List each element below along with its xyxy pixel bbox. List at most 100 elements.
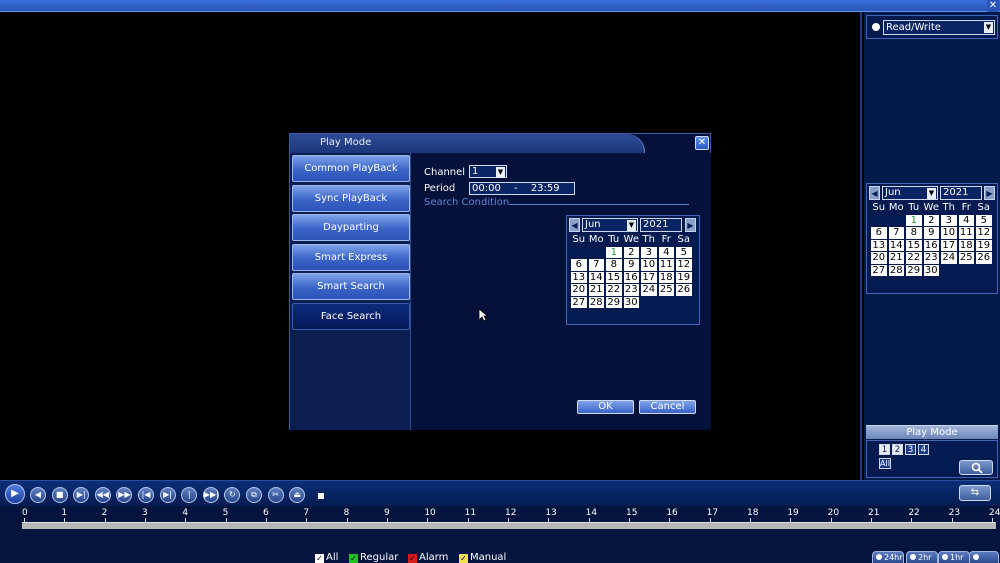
clip-icon[interactable]: ✂ bbox=[267, 487, 284, 503]
sidebar-item-smart-search[interactable]: Smart Search bbox=[292, 273, 410, 300]
calendar-day[interactable]: 6 bbox=[871, 227, 887, 239]
calendar-day[interactable]: 7 bbox=[888, 227, 904, 239]
calendar-day[interactable]: 13 bbox=[571, 271, 587, 283]
zoom-30mi-button[interactable]: 30mi bbox=[969, 551, 999, 563]
read-write-select[interactable]: Read/Write ▼ bbox=[883, 20, 995, 35]
calendar-day[interactable]: 2 bbox=[923, 214, 939, 226]
year-field[interactable]: 2021 bbox=[640, 218, 682, 232]
channel-2-button[interactable]: 2 bbox=[892, 444, 903, 455]
calendar-day-recorded[interactable]: 1 bbox=[906, 214, 922, 226]
loop-icon[interactable]: ↻ bbox=[224, 487, 241, 503]
calendar-day[interactable]: 30 bbox=[623, 296, 639, 308]
calendar-day[interactable]: 3 bbox=[941, 214, 957, 226]
calendar-day[interactable]: 20 bbox=[571, 284, 587, 296]
calendar-day[interactable]: 21 bbox=[588, 284, 604, 296]
calendar-day[interactable]: 19 bbox=[976, 239, 992, 251]
legend-manual[interactable]: ✓ Manual bbox=[459, 552, 506, 563]
calendar-day[interactable]: 10 bbox=[941, 227, 957, 239]
calendar-day[interactable]: 5 bbox=[976, 214, 992, 226]
calendar-day[interactable]: 23 bbox=[923, 252, 939, 264]
sidebar-item-smart-express[interactable]: Smart Express bbox=[292, 243, 410, 271]
sidebar-item-face-search[interactable]: Face Search bbox=[292, 302, 410, 330]
calendar-day[interactable]: 22 bbox=[606, 284, 622, 296]
calendar-day[interactable]: 24 bbox=[941, 252, 957, 264]
cancel-button[interactable]: Cancel bbox=[639, 400, 696, 414]
timeline-bar[interactable] bbox=[22, 522, 996, 529]
sidebar-item-common-playback[interactable]: Common PlayBack bbox=[292, 155, 410, 182]
legend-all[interactable]: ✓ All bbox=[315, 552, 338, 563]
zoom-2hr-button[interactable]: 2hr bbox=[906, 551, 938, 563]
previous-file-icon[interactable]: |◀◀ bbox=[181, 487, 198, 513]
channel-3-button[interactable]: 3 bbox=[905, 444, 916, 455]
calendar-day[interactable]: 8 bbox=[906, 227, 922, 239]
calendar-day[interactable]: 29 bbox=[906, 264, 922, 276]
calendar-day[interactable]: 4 bbox=[658, 246, 674, 258]
window-close-icon[interactable]: ✕ bbox=[987, 0, 999, 12]
calendar-day-recorded[interactable]: 1 bbox=[606, 246, 622, 258]
calendar-day[interactable]: 18 bbox=[658, 271, 674, 283]
calendar-day[interactable]: 16 bbox=[623, 271, 639, 283]
calendar-day[interactable]: 12 bbox=[676, 259, 692, 271]
prev-month-icon[interactable]: ◀ bbox=[869, 186, 880, 200]
next-month-icon[interactable]: ▶ bbox=[685, 218, 696, 232]
calendar-day[interactable]: 20 bbox=[871, 252, 887, 264]
play-icon[interactable]: ▶ bbox=[5, 484, 25, 504]
calendar-day[interactable]: 6 bbox=[571, 259, 587, 271]
calendar-day[interactable]: 24 bbox=[641, 284, 657, 296]
calendar-day[interactable]: 13 bbox=[871, 239, 887, 251]
month-select[interactable]: Jun ▼ bbox=[582, 218, 638, 232]
channel-1-button[interactable]: 1 bbox=[879, 444, 890, 455]
calendar-day[interactable]: 14 bbox=[888, 239, 904, 251]
calendar-day[interactable]: 27 bbox=[571, 296, 587, 308]
channel-4-button[interactable]: 4 bbox=[918, 444, 929, 455]
calendar-day[interactable]: 21 bbox=[888, 252, 904, 264]
calendar-day[interactable]: 12 bbox=[976, 227, 992, 239]
calendar-day[interactable]: 11 bbox=[958, 227, 974, 239]
calendar-day[interactable]: 4 bbox=[958, 214, 974, 226]
calendar-day[interactable]: 17 bbox=[641, 271, 657, 283]
previous-frame-icon[interactable]: |◀ bbox=[138, 487, 154, 503]
next-month-icon[interactable]: ▶ bbox=[984, 186, 995, 200]
calendar-day[interactable]: 28 bbox=[888, 264, 904, 276]
calendar-day[interactable]: 2 bbox=[623, 246, 639, 258]
all-channels-button[interactable]: All bbox=[879, 458, 891, 469]
play-mode-button[interactable]: Play Mode bbox=[866, 425, 998, 439]
calendar-day[interactable]: 18 bbox=[958, 239, 974, 251]
calendar-day[interactable]: 27 bbox=[871, 264, 887, 276]
calendar-day[interactable]: 3 bbox=[641, 246, 657, 258]
calendar-day[interactable]: 5 bbox=[676, 246, 692, 258]
zoom-1hr-button[interactable]: 1hr bbox=[938, 551, 970, 563]
calendar-day[interactable]: 9 bbox=[623, 259, 639, 271]
channel-select[interactable]: 1 ▼ bbox=[469, 165, 507, 178]
calendar-day[interactable]: 7 bbox=[588, 259, 604, 271]
year-field[interactable]: 2021 bbox=[940, 186, 982, 200]
calendar-day[interactable]: 29 bbox=[606, 296, 622, 308]
sync-button[interactable]: ⇆ bbox=[959, 485, 991, 501]
calendar-day[interactable]: 17 bbox=[941, 239, 957, 251]
stop-icon[interactable]: ■ bbox=[51, 487, 68, 503]
fast-backward-icon[interactable]: ◀◀ bbox=[94, 487, 111, 503]
fast-forward-icon[interactable]: ▶▶ bbox=[116, 487, 133, 503]
calendar-day[interactable]: 14 bbox=[588, 271, 604, 283]
dialog-close-icon[interactable]: ✕ bbox=[695, 136, 709, 150]
legend-alarm[interactable]: ✓ Alarm bbox=[408, 552, 448, 563]
calendar-day[interactable]: 16 bbox=[923, 239, 939, 251]
legend-regular[interactable]: ✓ Regular bbox=[349, 552, 398, 563]
calendar-day[interactable]: 15 bbox=[606, 271, 622, 283]
calendar-day[interactable]: 26 bbox=[676, 284, 692, 296]
calendar-day[interactable]: 25 bbox=[958, 252, 974, 264]
calendar-day[interactable]: 22 bbox=[906, 252, 922, 264]
slow-icon[interactable]: ▶| bbox=[73, 487, 90, 503]
radio-icon[interactable] bbox=[872, 23, 880, 31]
search-button[interactable] bbox=[959, 460, 993, 475]
calendar-day[interactable]: 15 bbox=[906, 239, 922, 251]
zoom-24hr-button[interactable]: 24hr bbox=[872, 551, 904, 563]
calendar-day[interactable]: 19 bbox=[676, 271, 692, 283]
calendar-day[interactable]: 11 bbox=[658, 259, 674, 271]
reverse-play-icon[interactable]: ◀ bbox=[30, 487, 46, 503]
prev-month-icon[interactable]: ◀ bbox=[569, 218, 580, 232]
calendar-day[interactable]: 9 bbox=[923, 227, 939, 239]
calendar-day[interactable]: 30 bbox=[923, 264, 939, 276]
sidebar-item-dayparting[interactable]: Dayparting bbox=[292, 214, 410, 241]
next-frame-icon[interactable]: ▶| bbox=[159, 487, 176, 503]
